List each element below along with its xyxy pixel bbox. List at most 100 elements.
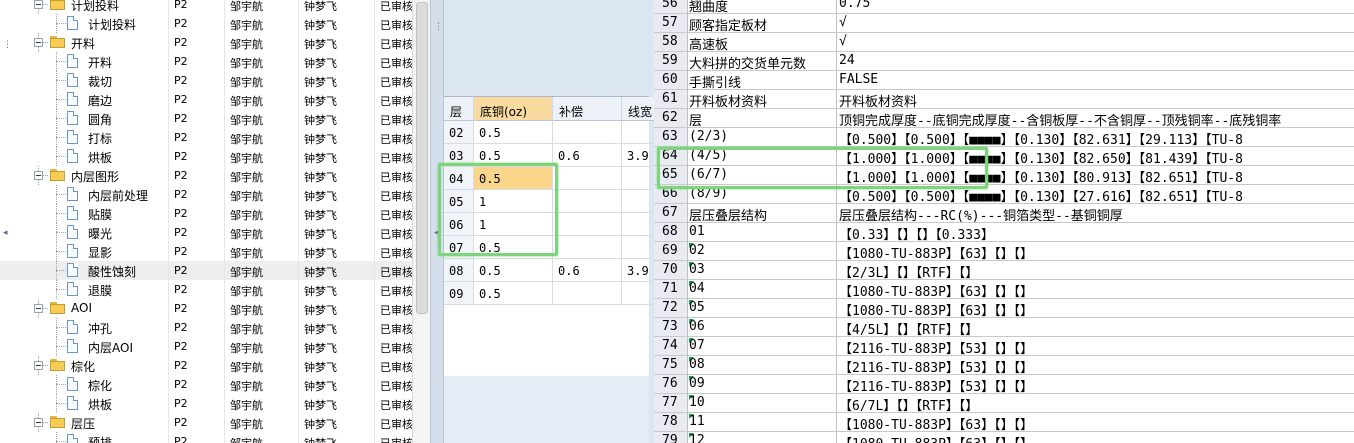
tree-folder-row[interactable]: 棕化 P2 邹宇航 钟梦飞 已审核: [0, 356, 413, 375]
grid-cell[interactable]: 0.5: [474, 144, 553, 167]
property-row[interactable]: 56 翘曲度 0.75: [654, 0, 1354, 15]
tree-item-row[interactable]: 烘板 P2 邹宇航 钟梦飞 已审核: [0, 394, 413, 413]
tree-item-row[interactable]: 开料 P2 邹宇航 钟梦飞 已审核: [0, 52, 413, 71]
property-value[interactable]: 【1080-TU-883P】【63】【】【】: [839, 243, 1354, 262]
property-row[interactable]: 71 04 【1080-TU-883P】【63】【】【】: [654, 280, 1354, 300]
property-row[interactable]: 77 10 【6/7L】【】【RTF】【】: [654, 394, 1354, 414]
tree-item-row[interactable]: 预排 P2 邹宇航 钟梦飞 已审核: [0, 432, 413, 443]
property-row[interactable]: 66 (8/9) 【0.500】【0.500】【■■■■】【0.130】【27.61…: [654, 185, 1354, 205]
property-row[interactable]: 75 08 【2116-TU-883P】【53】【】【】: [654, 356, 1354, 376]
property-row[interactable]: 72 05 【1080-TU-883P】【63】【】【】: [654, 299, 1354, 319]
grid-cell[interactable]: [622, 282, 654, 305]
collapse-toggle-icon[interactable]: [34, 304, 43, 313]
property-row[interactable]: 73 06 【4/5L】【】【RTF】【】: [654, 318, 1354, 338]
tree-folder-row[interactable]: 计划投料 P2 邹宇航 钟梦飞 已审核: [0, 0, 413, 14]
property-value[interactable]: 【1.000】【1.000】【■■■■】【0.130】【80.913】【82.6…: [839, 167, 1354, 186]
grid-cell[interactable]: 0.5: [474, 121, 553, 144]
property-value[interactable]: FALSE: [839, 72, 1354, 87]
property-row[interactable]: 70 03 【2/3L】【】【RTF】【】: [654, 261, 1354, 281]
property-row[interactable]: 61 开料板材资料 开料板材资料: [654, 90, 1354, 110]
tree-item-row[interactable]: 内层AOI P2 邹宇航 钟梦飞 已审核: [0, 337, 413, 356]
collapse-toggle-icon[interactable]: [34, 38, 43, 47]
grid-cell[interactable]: 0.5: [474, 236, 553, 259]
grid-cell[interactable]: 0.5: [474, 167, 553, 190]
property-value[interactable]: 【0.500】【0.500】【■■■■】【0.130】【82.631】【29.1…: [839, 129, 1354, 148]
property-value[interactable]: 【1080-TU-883P】【63】【】【】: [839, 281, 1354, 300]
splitter-arrow-icon[interactable]: ◂: [434, 228, 440, 238]
column-header[interactable]: 底铜(oz): [474, 97, 553, 121]
grid-cell[interactable]: [622, 236, 654, 259]
property-row[interactable]: 60 手撕引线 FALSE: [654, 71, 1354, 91]
tree-item-row[interactable]: 退膜 P2 邹宇航 钟梦飞 已审核: [0, 280, 413, 299]
property-row[interactable]: 59 大料拼的交货单元数 24: [654, 52, 1354, 72]
column-header[interactable]: 层: [444, 97, 474, 121]
grid-cell[interactable]: [553, 282, 622, 305]
tree-folder-row[interactable]: 内层图形 P2 邹宇航 钟梦飞 已审核: [0, 166, 413, 185]
property-value[interactable]: 24: [839, 53, 1354, 68]
property-value[interactable]: 【1.000】【1.000】【■■■■】【0.130】【82.650】【81.4…: [839, 148, 1354, 167]
layer-index-cell[interactable]: 09: [444, 282, 474, 305]
property-row[interactable]: 69 02 【1080-TU-883P】【63】【】【】: [654, 242, 1354, 262]
property-value[interactable]: √: [839, 15, 1354, 30]
grid-cell[interactable]: 0.5: [474, 259, 553, 282]
collapse-toggle-icon[interactable]: [34, 171, 43, 180]
layer-index-cell[interactable]: 05: [444, 190, 474, 213]
property-row[interactable]: 68 01 【0.33】【】【】【0.333】: [654, 223, 1354, 243]
property-value[interactable]: 开料板材资料: [839, 91, 1354, 110]
property-value[interactable]: 【0.500】【0.500】【■■■■】【0.130】【27.616】【82.6…: [839, 186, 1354, 205]
collapse-toggle-icon[interactable]: [34, 361, 43, 370]
column-header[interactable]: 补偿: [553, 97, 622, 121]
tree-item-row[interactable]: 棕化 P2 邹宇航 钟梦飞 已审核: [0, 375, 413, 394]
grid-cell[interactable]: [622, 190, 654, 213]
property-value[interactable]: 【1080-TU-883P】【63】【】【】: [839, 300, 1354, 319]
property-value[interactable]: 层压叠层结构---RC(%)---铜箔类型--基铜铜厚: [839, 205, 1354, 224]
grid-cell[interactable]: [622, 213, 654, 236]
property-value[interactable]: 【2116-TU-883P】【53】【】【】: [839, 338, 1354, 357]
grid-cell[interactable]: 0.6: [553, 144, 622, 167]
grid-cell[interactable]: [622, 121, 654, 144]
grid-cell[interactable]: 3.9: [622, 259, 654, 282]
panel-splitter[interactable]: ⋮ ◂: [430, 0, 444, 443]
tree-item-row[interactable]: 打标 P2 邹宇航 钟梦飞 已审核: [0, 128, 413, 147]
grid-cell[interactable]: [553, 190, 622, 213]
property-value[interactable]: 【2/3L】【】【RTF】【】: [839, 262, 1354, 281]
property-row[interactable]: 63 (2/3) 【0.500】【0.500】【■■■■】【0.130】【82.63…: [654, 128, 1354, 148]
grid-cell[interactable]: [622, 167, 654, 190]
property-value[interactable]: 0.75: [839, 0, 1354, 11]
grid-cell[interactable]: 1: [474, 213, 553, 236]
tree-item-row[interactable]: 显影 P2 邹宇航 钟梦飞 已审核: [0, 242, 413, 261]
tree-item-row[interactable]: 磨边 P2 邹宇航 钟梦飞 已审核: [0, 90, 413, 109]
layer-index-cell[interactable]: 02: [444, 121, 474, 144]
grid-cell[interactable]: [553, 167, 622, 190]
tree-item-row[interactable]: 计划投料 P2 邹宇航 钟梦飞 已审核: [0, 14, 413, 33]
property-value[interactable]: 【6/7L】【】【RTF】【】: [839, 395, 1354, 414]
tree-folder-row[interactable]: AOI P2 邹宇航 钟梦飞 已审核: [0, 299, 413, 318]
layer-index-cell[interactable]: 08: [444, 259, 474, 282]
property-row[interactable]: 57 顾客指定板材 √: [654, 14, 1354, 34]
property-row[interactable]: 78 11 【1080-TU-883P】【63】【】【】: [654, 413, 1354, 433]
layer-index-cell[interactable]: 07: [444, 236, 474, 259]
tree-item-row[interactable]: 曝光 P2 邹宇航 钟梦飞 已审核: [0, 223, 413, 242]
property-row[interactable]: 74 07 【2116-TU-883P】【53】【】【】: [654, 337, 1354, 357]
property-row[interactable]: 65 (6/7) 【1.000】【1.000】【■■■■】【0.130】【80.91…: [654, 166, 1354, 186]
column-header[interactable]: 线宽: [622, 97, 654, 121]
collapse-toggle-icon[interactable]: [34, 0, 43, 9]
tree-item-row[interactable]: 烘板 P2 邹宇航 钟梦飞 已审核: [0, 147, 413, 166]
property-value[interactable]: 【4/5L】【】【RTF】【】: [839, 319, 1354, 338]
property-value[interactable]: 顶铜完成厚度--底铜完成厚度--含铜板厚--不含铜厚--顶残铜率--底残铜率: [839, 110, 1354, 129]
grid-cell[interactable]: [553, 236, 622, 259]
tree-item-row[interactable]: 裁切 P2 邹宇航 钟梦飞 已审核: [0, 71, 413, 90]
grid-cell[interactable]: 3.9: [622, 144, 654, 167]
property-row[interactable]: 64 (4/5) 【1.000】【1.000】【■■■■】【0.130】【82.65…: [654, 147, 1354, 167]
layer-index-cell[interactable]: 03: [444, 144, 474, 167]
property-value[interactable]: 【1080-TU-883P】【63】【】【】: [839, 414, 1354, 433]
grid-cell[interactable]: 1: [474, 190, 553, 213]
property-value[interactable]: 【2116-TU-883P】【53】【】【】: [839, 357, 1354, 376]
tree-item-row[interactable]: 酸性蚀刻 P2 邹宇航 钟梦飞 已审核: [0, 261, 413, 280]
collapse-left-icon[interactable]: ◂: [3, 228, 11, 238]
grid-cell[interactable]: [553, 121, 622, 144]
tree-folder-row[interactable]: 层压 P2 邹宇航 钟梦飞 已审核: [0, 413, 413, 432]
tree-item-row[interactable]: 冲孔 P2 邹宇航 钟梦飞 已审核: [0, 318, 413, 337]
tree-item-row[interactable]: 贴膜 P2 邹宇航 钟梦飞 已审核: [0, 204, 413, 223]
tree-item-row[interactable]: 圆角 P2 邹宇航 钟梦飞 已审核: [0, 109, 413, 128]
